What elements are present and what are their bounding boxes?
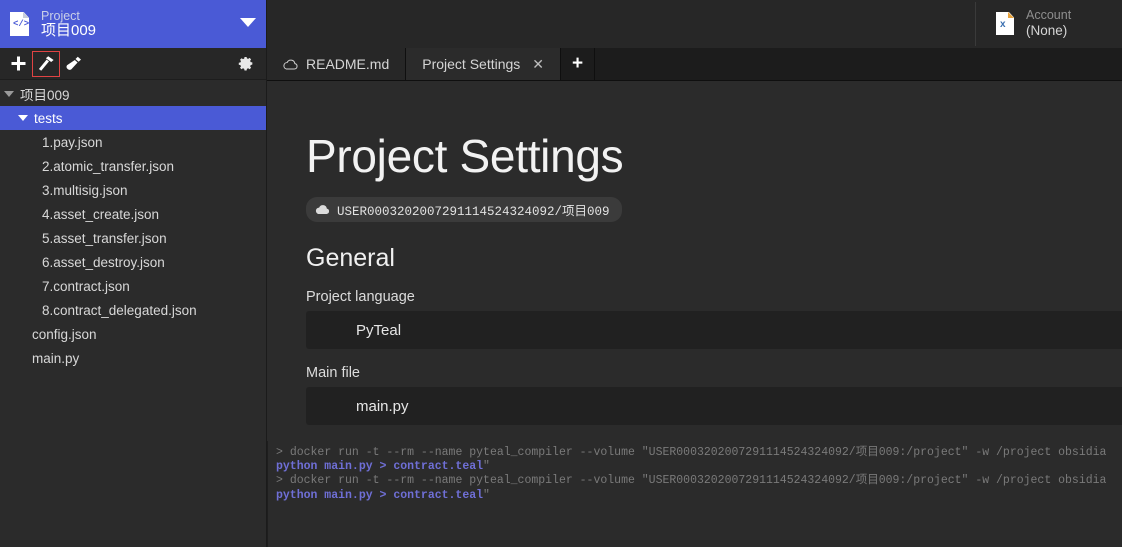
tree-item-label: 1.pay.json [42, 134, 103, 150]
hammer-icon [38, 55, 54, 71]
tree-file[interactable]: config.json [0, 322, 266, 346]
account-selector[interactable]: x Account (None) [987, 0, 1071, 48]
code-file-icon: </> [10, 11, 32, 37]
tree-item-label: 3.multisig.json [42, 182, 128, 198]
tree-file[interactable]: 5.asset_transfer.json [0, 226, 266, 250]
tree-item-label: tests [34, 110, 63, 126]
field-main-file-input[interactable]: main.py [306, 387, 1122, 425]
tree-file[interactable]: 2.atomic_transfer.json [0, 154, 266, 178]
account-value: (None) [1026, 23, 1068, 39]
breadcrumb-text: USER00032020072911145243​24092/项目009 [337, 205, 610, 219]
tree-file[interactable]: 7.contract.json [0, 274, 266, 298]
console-line: > docker run -t --rm --name pyteal_compi… [276, 446, 1122, 460]
field-main-file-label: Main file [306, 365, 360, 381]
test-tube-icon [66, 56, 81, 70]
console-text: " [483, 488, 490, 502]
tree-item-label: 6.asset_destroy.json [42, 254, 165, 270]
cloud-icon [283, 59, 298, 70]
tree-file[interactable]: 3.multisig.json [0, 178, 266, 202]
build-button[interactable] [32, 50, 60, 77]
new-tab-button[interactable]: + [561, 48, 596, 80]
console-line: python main.py > contract.teal" [276, 460, 1122, 474]
tab-bar-filler [595, 48, 1122, 80]
topbar-divider [975, 2, 976, 46]
tree-file[interactable]: 4.asset_create.json [0, 202, 266, 226]
tree-item-label: 项目009 [20, 88, 70, 103]
plus-icon [11, 56, 25, 71]
project-settings-button[interactable] [232, 51, 260, 77]
page-title: Project Settings [306, 130, 624, 182]
project-sidebar: </> Project 项目009 项目009 tests 1.pay.json… [0, 0, 267, 547]
tab-label: Project Settings [422, 56, 521, 72]
tree-file[interactable]: 6.asset_destroy.json [0, 250, 266, 274]
field-project-language-label: Project language [306, 289, 415, 305]
cloud-icon [315, 204, 330, 215]
app-window: </> Project 项目009 项目009 tests 1.pay.json… [0, 0, 1122, 547]
tab-bar[interactable]: README.md Project Settings ✕ + [267, 48, 1122, 81]
tree-folder[interactable]: 项目009 [0, 82, 266, 106]
tree-item-label: 2.atomic_transfer.json [42, 158, 175, 174]
file-tree[interactable]: 项目009 tests 1.pay.json 2.atomic_transfer.js… [0, 80, 266, 370]
close-icon[interactable]: ✕ [532, 56, 544, 73]
add-file-button[interactable] [4, 51, 32, 77]
tree-file[interactable]: main.py [0, 346, 266, 370]
console-text: docker run -t --rm --name pyteal_compile… [289, 446, 1107, 459]
account-text: Account (None) [1026, 8, 1071, 39]
console-prompt: > [276, 474, 290, 488]
tab-active[interactable]: Project Settings ✕ [406, 48, 562, 80]
chevron-down-icon[interactable] [240, 18, 256, 27]
project-header[interactable]: </> Project 项目009 [0, 0, 266, 48]
tree-item-label: main.py [32, 350, 80, 366]
run-tests-button[interactable] [60, 51, 88, 77]
tree-item-label: 8.contract_delegated.json [42, 302, 197, 318]
project-header-text: Project 项目009 [41, 9, 96, 40]
tree-folder[interactable]: tests [0, 106, 266, 130]
field-project-language-input[interactable]: PyTeal [306, 311, 1122, 349]
chevron-down-icon[interactable] [4, 91, 14, 97]
tree-item-label: config.json [32, 326, 97, 342]
section-title-general: General [306, 244, 395, 272]
gear-icon [238, 56, 252, 71]
console-command: python main.py > contract.teal [276, 488, 484, 502]
sidebar-toolbar [0, 48, 266, 80]
top-bar: x Account (None) [267, 0, 1122, 48]
console-text: " [483, 460, 490, 474]
tab-label: README.md [306, 56, 390, 72]
project-label: Project [41, 8, 80, 23]
tree-file[interactable]: 1.pay.json [0, 130, 266, 154]
tree-item-label: 7.contract.json [42, 278, 130, 294]
breadcrumb: USER00032020072911145243​24092/项目009 [306, 197, 622, 222]
main-content: Project Settings USER0003202007291114524… [267, 81, 1122, 441]
console-command: python main.py > contract.teal [276, 460, 484, 474]
console-output[interactable]: > docker run -t --rm --name pyteal_compi… [268, 441, 1122, 547]
console-line: python main.py > contract.teal" [276, 489, 1122, 503]
tree-file[interactable]: 8.contract_delegated.json [0, 298, 266, 322]
console-line: > docker run -t --rm --name pyteal_compi… [276, 474, 1122, 488]
console-prompt: > [276, 446, 290, 459]
tree-item-label: 5.asset_transfer.json [42, 230, 167, 246]
project-name: 项目009 [41, 21, 97, 39]
tab-inactive[interactable]: README.md [267, 48, 407, 80]
account-label: Account [1026, 8, 1072, 23]
console-text: docker run -t --rm --name pyteal_compile… [289, 474, 1107, 488]
tree-item-label: 4.asset_create.json [42, 206, 160, 222]
chevron-down-icon[interactable] [18, 115, 28, 121]
spreadsheet-file-icon: x [996, 12, 1016, 36]
